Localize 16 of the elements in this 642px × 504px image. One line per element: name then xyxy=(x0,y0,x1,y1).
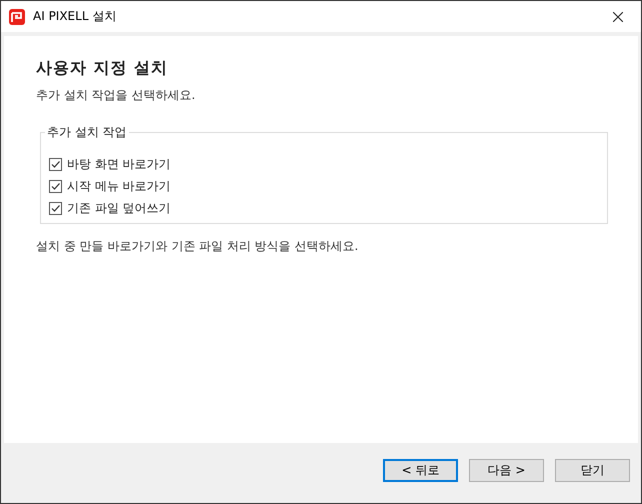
dialog-button[interactable]: < 뒤로 xyxy=(383,458,458,482)
page-subtitle: 추가 설치 작업을 선택하세요. xyxy=(36,87,196,104)
close-icon xyxy=(613,12,623,22)
checkbox[interactable] xyxy=(49,180,62,192)
hint-text: 설치 중 만들 바로가기와 기존 파일 처리 방식을 선택하세요. xyxy=(36,238,360,255)
group-label: 추가 설치 작업 xyxy=(46,124,128,141)
app-logo-icon xyxy=(9,8,25,24)
checkbox[interactable] xyxy=(49,158,62,170)
checkbox-label[interactable]: 기존 파일 덮어쓰기 xyxy=(67,200,171,216)
checkbox[interactable] xyxy=(49,202,62,214)
checkbox-label[interactable]: 시작 메뉴 바로가기 xyxy=(67,178,171,194)
checkbox-label[interactable]: 바탕 화면 바로가기 xyxy=(67,156,171,172)
page-heading: 사용자 지정 설치 xyxy=(36,58,170,79)
dialog-button[interactable]: 닫기 xyxy=(555,458,630,482)
dialog-button[interactable]: 다음 > xyxy=(469,458,544,482)
window-title: AI PIXELL 설치 xyxy=(33,8,116,25)
